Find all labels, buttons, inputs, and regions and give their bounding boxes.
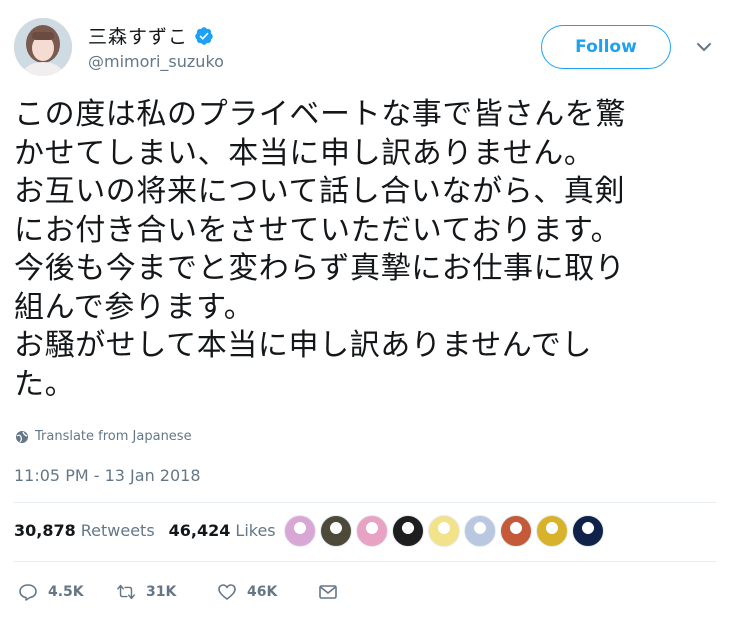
chevron-down-icon[interactable] [695,38,713,56]
retweets-label[interactable]: Retweets [81,521,155,540]
retweet-button[interactable]: 31K [116,582,176,602]
follow-button[interactable]: Follow [541,25,671,69]
avatar-3[interactable] [356,515,388,547]
heart-icon [218,584,236,600]
retweets-count[interactable]: 30,878 [14,521,76,540]
likes-count[interactable]: 46,424 [169,521,231,540]
likes-label[interactable]: Likes [235,521,275,540]
verified-badge-icon [195,26,213,45]
avatar-6[interactable] [464,515,496,547]
reply-count: 4.5K [48,584,84,600]
display-name[interactable]: 三森すずこ [88,22,188,49]
tweet-line: この度は私のプライベートな事で皆さんを驚 [14,97,626,132]
avatar[interactable] [14,18,72,76]
direct-message-button[interactable] [318,582,348,602]
retweet-icon [117,584,135,600]
avatar-2[interactable] [320,515,352,547]
envelope-icon [319,585,337,599]
avatar-8[interactable] [536,515,568,547]
like-button[interactable]: 46K [217,582,277,602]
tweet-text: この度は私のプライベートな事で皆さんを驚 かせてしまい、本当に申し訳ありません。… [14,96,714,404]
liker-avatars [284,515,608,547]
tweet-line: 今後も今までと変わらず真摯にお仕事に取り [14,251,626,286]
tweet-line: お互いの将来について話し合いながら、真剣 [14,174,626,209]
reply-icon [19,584,37,601]
avatar-4[interactable] [392,515,424,547]
tweet-line: 組んで参ります。 [14,289,255,325]
avatar-7[interactable] [500,515,532,547]
user-name-row: 三森すずこ [88,22,214,49]
tweet-line: た。 [14,366,76,402]
avatar-9[interactable] [572,515,604,547]
translate-label[interactable]: Translate from Japanese [35,429,192,444]
tweet-timestamp[interactable]: 11:05 PM - 13 Jan 2018 [14,466,201,485]
user-handle[interactable]: @mimori_suzuko [88,52,224,71]
tweet-line: にお付き合いをさせていただいております。 [14,212,622,248]
avatar-1[interactable] [284,515,316,547]
avatar-5[interactable] [428,515,460,547]
like-count: 46K [247,584,278,600]
translate-link[interactable]: Translate from Japanese [15,429,192,444]
divider [14,502,716,503]
reply-button[interactable]: 4.5K [18,582,84,602]
globe-icon [16,430,28,443]
retweet-count: 31K [146,584,177,600]
tweet-stats: 30,878 Retweets 46,424 Likes [14,521,290,540]
tweet-line: お騒がせして本当に申し訳ありませんでし [14,328,593,363]
tweet-line: かせてしまい、本当に申し訳ありません。 [14,135,595,171]
divider [14,561,716,562]
